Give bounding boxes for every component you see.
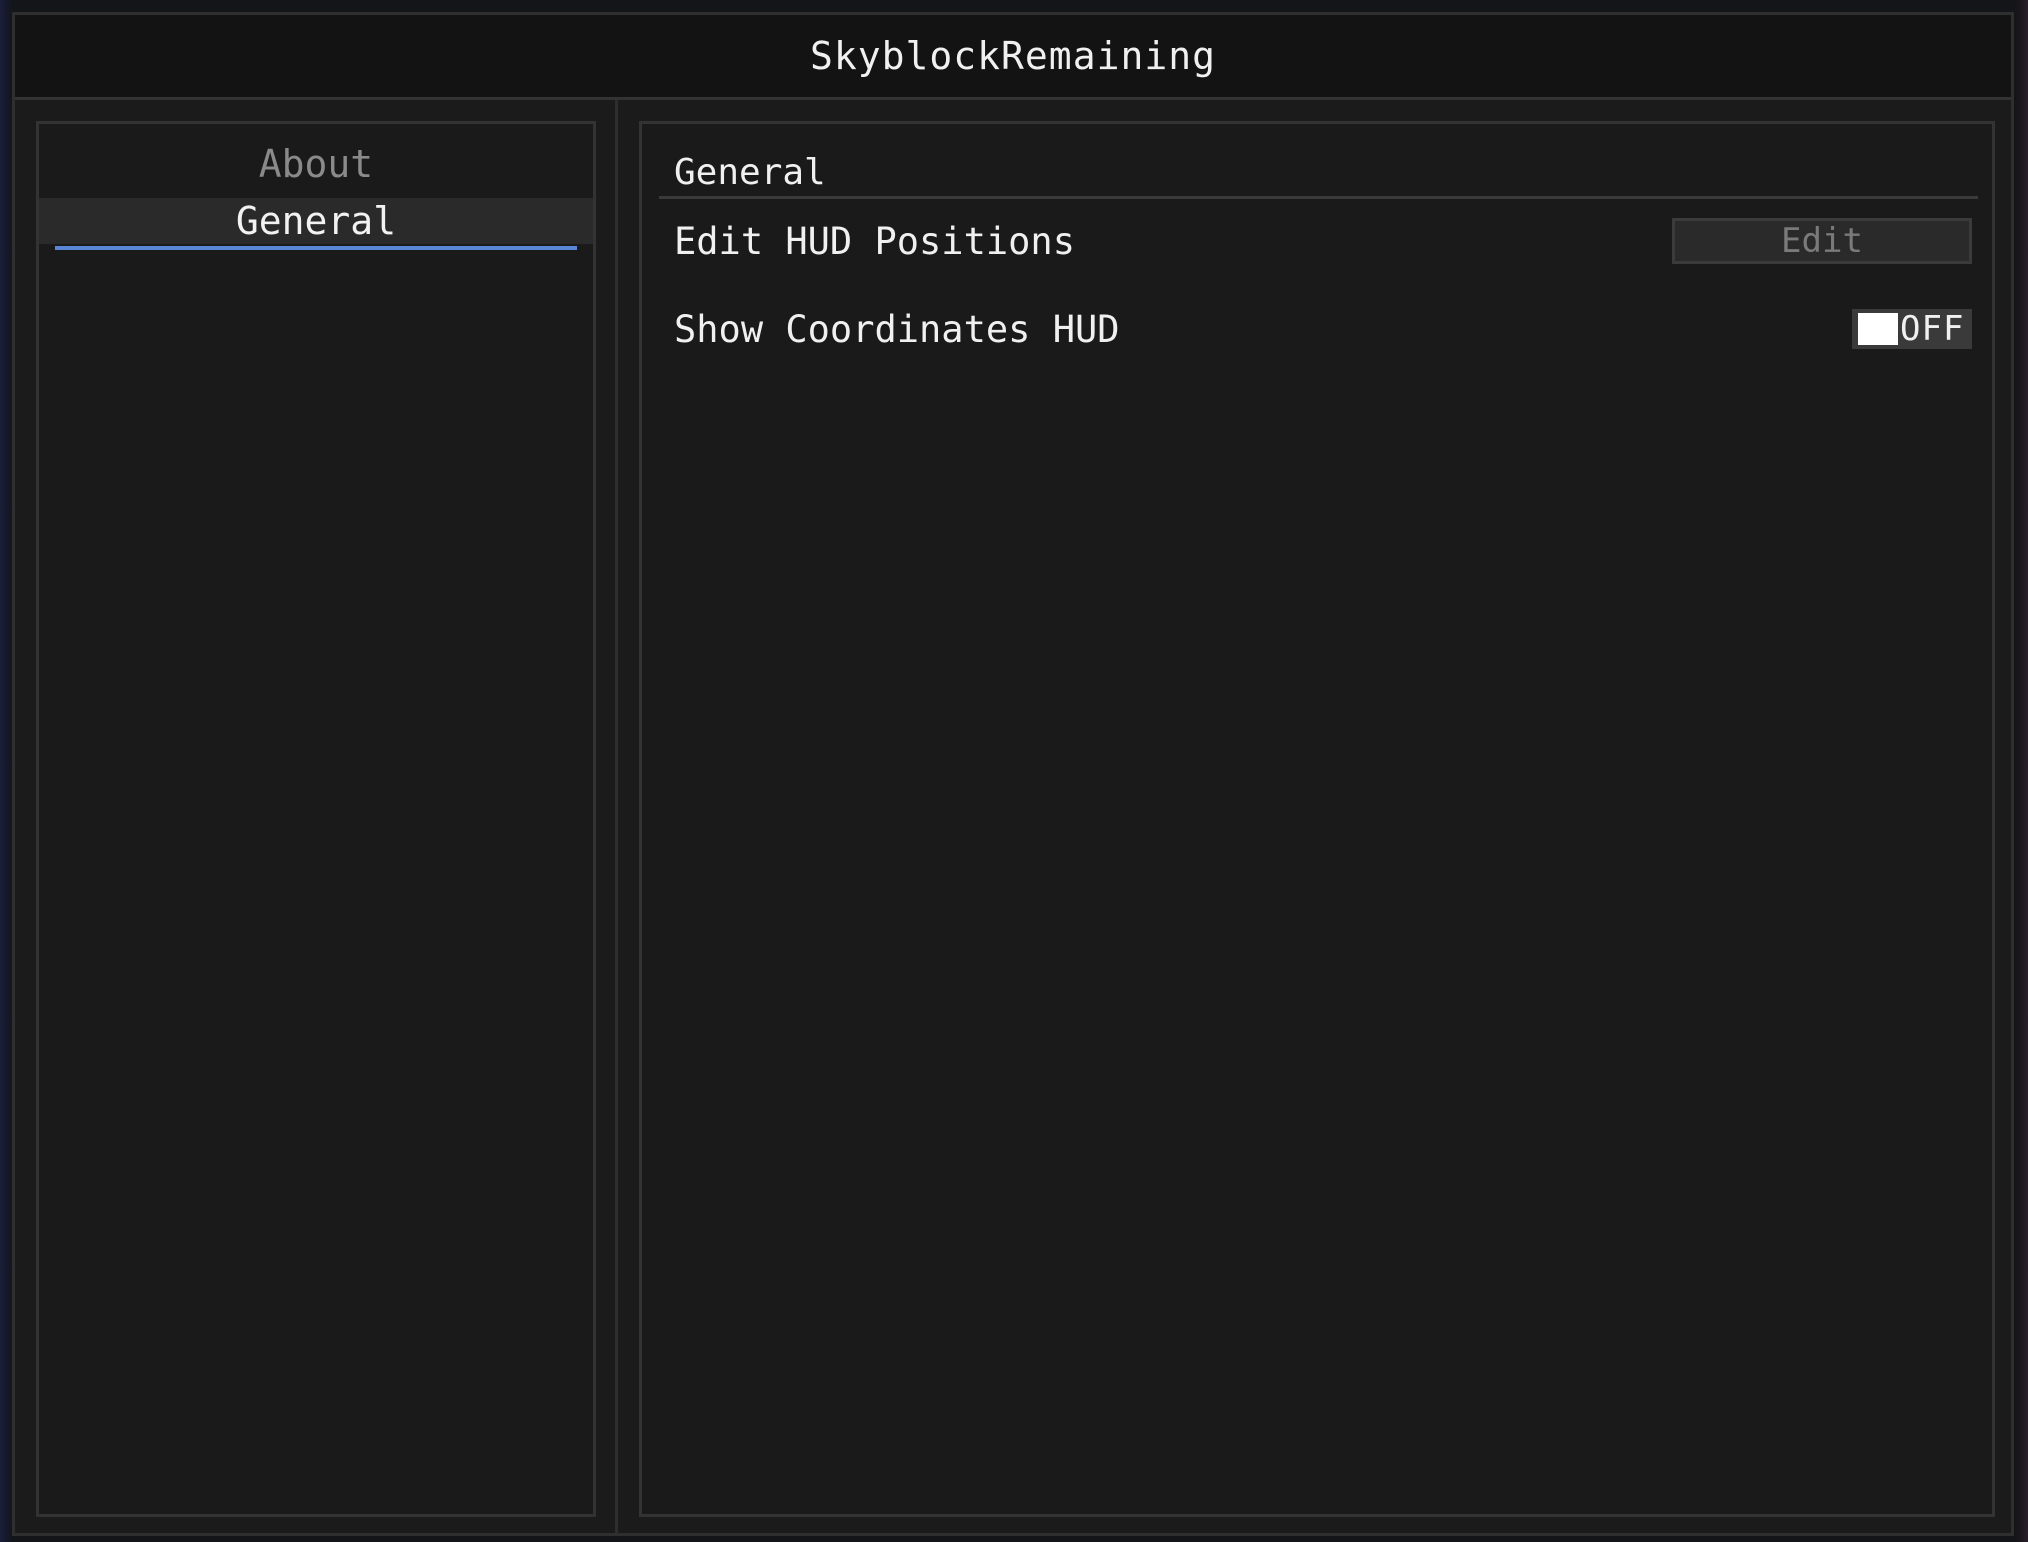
pane-divider <box>615 100 618 1533</box>
window-title: SkyblockRemaining <box>810 34 1216 78</box>
show-coordinates-toggle[interactable]: OFF <box>1852 309 1972 349</box>
title-bar: SkyblockRemaining <box>15 15 2011 100</box>
toggle-knob <box>1858 313 1898 345</box>
category-sidebar: About General <box>36 121 596 1517</box>
sidebar-item-general[interactable]: General <box>39 198 593 244</box>
sidebar-item-about[interactable]: About <box>39 124 593 204</box>
option-label: Show Coordinates HUD <box>674 307 1120 351</box>
sidebar-item-label: General <box>235 199 397 243</box>
config-window: SkyblockRemaining About General General … <box>12 12 2014 1536</box>
option-row-edit-hud: Edit HUD Positions Edit <box>674 216 1972 266</box>
sidebar-item-label: About <box>258 142 374 186</box>
edit-hud-button[interactable]: Edit <box>1672 218 1972 264</box>
window-body: About General General Edit HUD Positions… <box>15 100 2011 1533</box>
active-tab-indicator <box>55 246 577 250</box>
option-row-show-coordinates: Show Coordinates HUD OFF <box>674 304 1972 354</box>
section-title: General <box>659 148 1978 199</box>
section-title-text: General <box>674 151 826 193</box>
options-panel: General Edit HUD Positions Edit Show Coo… <box>639 121 1995 1517</box>
toggle-state-text: OFF <box>1900 309 1965 349</box>
option-label: Edit HUD Positions <box>674 219 1075 263</box>
